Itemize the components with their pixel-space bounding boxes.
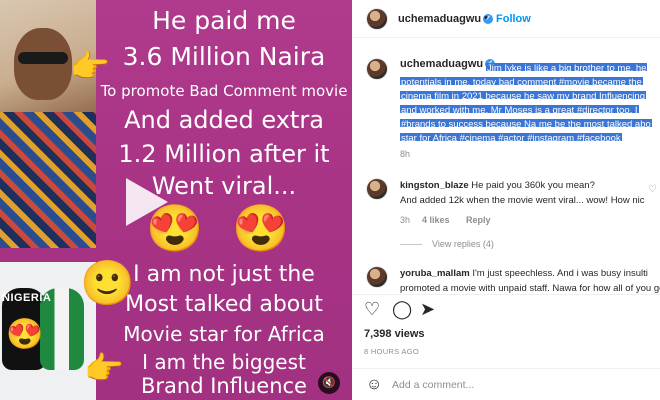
- comment-line-1: kingston_blaze He paid you 360k you mean…: [400, 180, 595, 191]
- post-time: 8 HOURS AGO: [364, 347, 419, 356]
- view-replies-divider: [400, 244, 422, 245]
- comment-username[interactable]: yoruba_mallam: [400, 268, 470, 279]
- overlay-line-5: 1.2 Million after it: [118, 140, 330, 168]
- sunglasses: [18, 52, 68, 64]
- play-icon[interactable]: [126, 178, 168, 226]
- caption-line-1: Jim Iyke is like a big brother to me, he: [486, 63, 648, 71]
- comment-text-2: promoted a movie with unpaid staff. Nawa…: [400, 283, 660, 294]
- post-media[interactable]: NIGERIA He paid me 3.6 Million Naira To …: [0, 0, 352, 400]
- heart-eyes-emoji-2: 😍: [232, 202, 290, 254]
- overlay-line-4: And added extra: [124, 106, 324, 134]
- comment-time: 3h: [400, 215, 411, 225]
- overlay-line-9: Movie star for Africa: [123, 322, 325, 346]
- caption-line-4: and worked with me, Mr Moses is a great …: [400, 105, 639, 113]
- patterned-shirt: [0, 112, 96, 248]
- emoji-smile-icon[interactable]: ☺: [366, 376, 382, 394]
- gloves-label: NIGERIA: [2, 292, 52, 304]
- caption-avatar[interactable]: [366, 58, 388, 80]
- post-actions: ♡ ◯ ➤: [352, 294, 660, 324]
- view-replies-button[interactable]: View replies (4): [432, 239, 494, 249]
- overlay-line-8: Most talked about: [125, 292, 323, 317]
- reply-button[interactable]: Reply: [466, 215, 491, 225]
- comment-likes[interactable]: 4 likes: [422, 215, 450, 225]
- speaker-muted-icon[interactable]: 🔇: [318, 372, 340, 394]
- comment-icon[interactable]: ◯: [392, 299, 412, 319]
- follow-button[interactable]: Follow: [496, 13, 531, 25]
- comment-like-heart-icon[interactable]: ♡: [648, 184, 657, 195]
- comment-text-1: I'm just speechless. And i was busy insu…: [472, 268, 648, 279]
- comment-text-1: He paid you 360k you mean?: [471, 180, 595, 191]
- header-username[interactable]: uchemaduagwu ✓: [398, 13, 494, 25]
- overlay-line-1: He paid me: [152, 6, 296, 35]
- actor-photo: [0, 0, 96, 248]
- pointing-right-emoji-1: 👉: [70, 48, 110, 84]
- comment-line-1: yoruba_mallam I'm just speechless. And i…: [400, 268, 648, 279]
- add-comment-input[interactable]: [392, 377, 652, 393]
- caption-line-2: potentials in me, today bad comment #mov…: [400, 77, 643, 85]
- comment-avatar[interactable]: [366, 266, 388, 288]
- comment-text-2: And added 12k when the movie went viral.…: [400, 195, 645, 206]
- heart-eyes-emoji-small: 😍: [6, 318, 44, 351]
- header-username-text[interactable]: uchemaduagwu: [398, 13, 481, 25]
- post-side-panel: uchemaduagwu✓ • Follow uchemaduagwu✓ Jim…: [352, 0, 660, 400]
- caption-time: 8h: [400, 149, 411, 159]
- caption-line-5: #brands to success because Na me be the …: [400, 119, 652, 127]
- overlay-line-10: I am the biggest: [142, 350, 306, 374]
- caption-line-6: star for Africa #cinema #actor #instagra…: [400, 133, 622, 141]
- comment-username[interactable]: kingston_blaze: [400, 180, 469, 191]
- overlay-line-7: I am not just the: [133, 262, 315, 287]
- actor-head: [14, 28, 72, 100]
- overlay-line-3: To promote Bad Comment movie: [100, 82, 348, 100]
- add-comment-bar: ☺: [352, 368, 660, 400]
- comments-list[interactable]: uchemaduagwu✓ Jim Iyke is like a big bro…: [352, 38, 660, 294]
- avatar[interactable]: [366, 8, 388, 30]
- caption-line-3: cinema film in 2021 because he saw my br…: [400, 91, 646, 99]
- caption-text: Jim Iyke is like a big brother to me, he…: [400, 58, 660, 142]
- header-separator: •: [484, 12, 488, 24]
- comment-avatar[interactable]: [366, 178, 388, 200]
- overlay-line-11: Brand Influence: [141, 374, 307, 398]
- view-count[interactable]: 7,398 views: [364, 328, 425, 340]
- overlay-line-2: 3.6 Million Naira: [122, 42, 326, 71]
- heart-icon[interactable]: ♡: [364, 299, 380, 319]
- post-header: uchemaduagwu ✓ • Follow: [352, 0, 660, 38]
- share-icon[interactable]: ➤: [420, 299, 435, 319]
